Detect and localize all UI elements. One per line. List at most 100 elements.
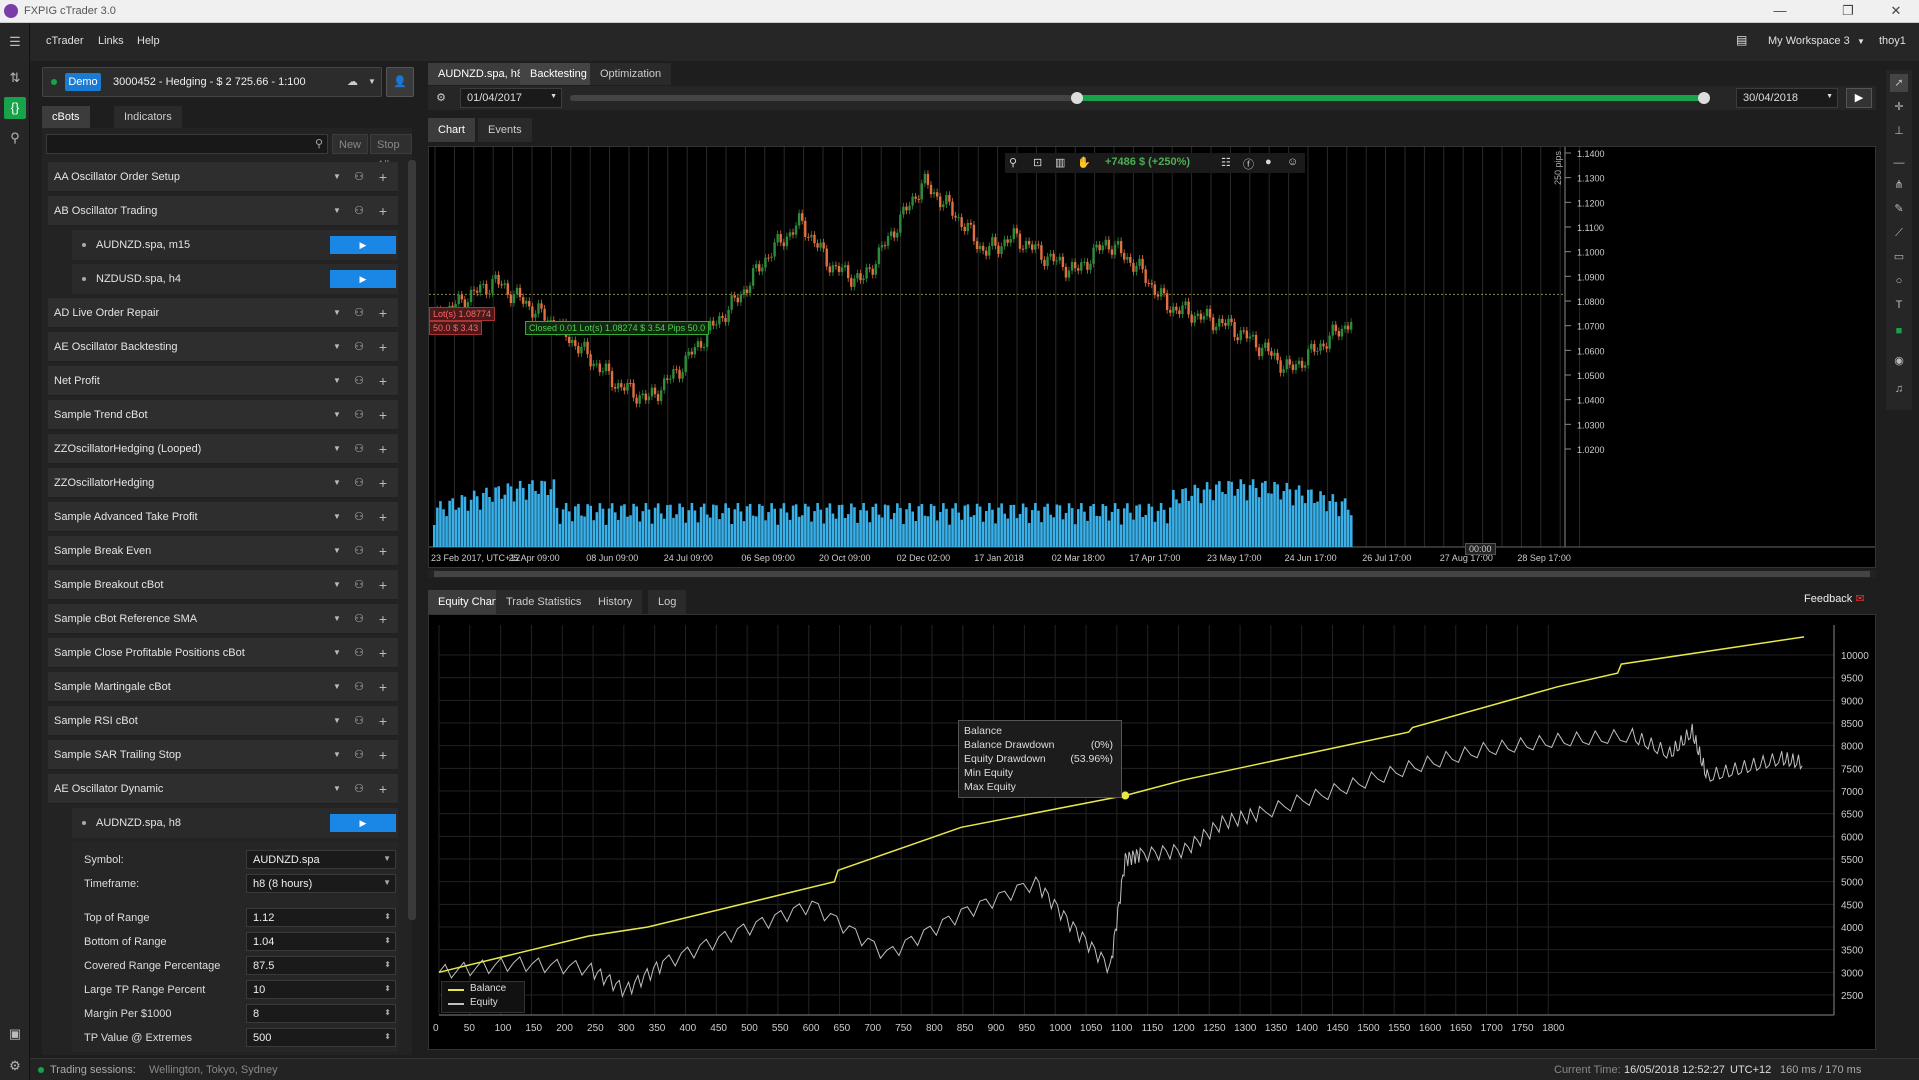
instances-icon[interactable]: ⚇ bbox=[350, 576, 368, 594]
minimize-button[interactable]: — bbox=[1760, 2, 1800, 20]
add-instance-icon[interactable]: + bbox=[374, 780, 392, 798]
color-icon[interactable]: ■ bbox=[1890, 322, 1908, 340]
automate-icon[interactable]: {} bbox=[4, 97, 26, 119]
text-icon[interactable]: T bbox=[1890, 296, 1908, 314]
cbot-row[interactable]: Sample SAR Trailing Stop ▼ ⚇ + bbox=[48, 740, 398, 770]
add-instance-icon[interactable]: + bbox=[374, 610, 392, 628]
instances-icon[interactable]: ⚇ bbox=[350, 338, 368, 356]
tab-trade-statistics[interactable]: Trade Statistics bbox=[496, 590, 592, 614]
cbot-row[interactable]: ZZOscillatorHedging (Looped) ▼ ⚇ + bbox=[48, 434, 398, 464]
instances-icon[interactable]: ⚇ bbox=[350, 746, 368, 764]
cbot-instance-row[interactable]: AUDNZD.spa, m15 ▶ bbox=[72, 230, 398, 260]
cbots-scrollbar[interactable] bbox=[408, 160, 416, 920]
trend-icon[interactable]: ⟋ bbox=[1890, 224, 1908, 242]
tab-events[interactable]: Events bbox=[478, 118, 532, 142]
instances-icon[interactable]: ⚇ bbox=[350, 474, 368, 492]
add-instance-icon[interactable]: + bbox=[374, 304, 392, 322]
people-icon[interactable]: ☺ bbox=[1287, 156, 1298, 168]
cbot-row[interactable]: Sample cBot Reference SMA ▼ ⚇ + bbox=[48, 604, 398, 634]
fib-icon[interactable]: ⊥ bbox=[1890, 122, 1908, 140]
stepper-icon[interactable]: ⬍ bbox=[384, 984, 391, 993]
bell-icon[interactable]: ♫ bbox=[1890, 380, 1908, 398]
chevron-down-icon[interactable]: ▼ bbox=[328, 474, 346, 492]
rect-icon[interactable]: ▭ bbox=[1890, 248, 1908, 266]
chevron-down-icon[interactable]: ▼ bbox=[328, 576, 346, 594]
parameter-input[interactable]: h8 (8 hours) ▼ bbox=[246, 874, 396, 893]
instances-icon[interactable]: ⚇ bbox=[350, 406, 368, 424]
cursor-icon[interactable]: ➚ bbox=[1890, 74, 1908, 92]
briefcase-icon[interactable]: ▣ bbox=[4, 1023, 26, 1045]
instances-icon[interactable]: ⚇ bbox=[350, 372, 368, 390]
cbot-row[interactable]: AE Oscillator Backtesting ▼ ⚇ + bbox=[48, 332, 398, 362]
stepper-icon[interactable]: ⬍ bbox=[384, 936, 391, 945]
stepper-icon[interactable]: ⬍ bbox=[384, 1032, 391, 1041]
parameter-input[interactable]: 87.5 ⬍ bbox=[246, 956, 396, 975]
scroll-thumb[interactable] bbox=[434, 571, 1870, 577]
instances-icon[interactable]: ⚇ bbox=[350, 440, 368, 458]
cbot-row[interactable]: Sample Close Profitable Positions cBot ▼ ⚇… bbox=[48, 638, 398, 668]
chart-hscrollbar[interactable] bbox=[428, 570, 1876, 578]
from-date-field[interactable]: 01/04/2017 ▼ bbox=[460, 88, 562, 108]
cbot-search-input[interactable]: ⚲ bbox=[46, 134, 328, 154]
add-instance-icon[interactable]: + bbox=[374, 168, 392, 186]
add-instance-icon[interactable]: + bbox=[374, 474, 392, 492]
maximize-button[interactable]: ❐ bbox=[1828, 2, 1868, 20]
workspace-selector[interactable]: My Workspace 3 bbox=[1768, 35, 1850, 47]
tab-log[interactable]: Log bbox=[648, 590, 687, 614]
add-instance-icon[interactable]: + bbox=[374, 576, 392, 594]
add-instance-icon[interactable]: + bbox=[374, 644, 392, 662]
chevron-down-icon[interactable]: ▼ bbox=[328, 406, 346, 424]
chevron-down-icon[interactable]: ▼ bbox=[328, 746, 346, 764]
equity-chart[interactable]: 0 50 100 150 200 250 300 350 400 450 500 550 600 650 7… bbox=[428, 614, 1876, 1050]
instances-icon[interactable]: ⚇ bbox=[350, 202, 368, 220]
add-instance-icon[interactable]: + bbox=[374, 338, 392, 356]
camera-icon[interactable]: ◉ bbox=[1890, 352, 1908, 370]
chevron-down-icon[interactable]: ▼ bbox=[328, 372, 346, 390]
tab-chart[interactable]: Chart bbox=[428, 118, 475, 142]
chevron-down-icon[interactable]: ▼ bbox=[328, 202, 346, 220]
zoom-icon[interactable]: ⚲ bbox=[1009, 156, 1017, 169]
account-selector[interactable]: Demo 3000452 - Hedging - $ 2 725.66 - 1:… bbox=[42, 67, 382, 97]
analyze-icon[interactable]: ⚲ bbox=[4, 127, 26, 149]
run-instance-button[interactable]: ▶ bbox=[330, 814, 396, 832]
chevron-down-icon[interactable]: ▼ bbox=[383, 878, 391, 887]
stepper-icon[interactable]: ⬍ bbox=[384, 960, 391, 969]
cbot-row[interactable]: Net Profit ▼ ⚇ + bbox=[48, 366, 398, 396]
menu-help[interactable]: Help bbox=[137, 35, 160, 47]
layout-icon[interactable]: ▤ bbox=[1736, 33, 1747, 47]
instances-icon[interactable]: ⚇ bbox=[350, 610, 368, 628]
tab-optimization[interactable]: Optimization bbox=[590, 63, 672, 85]
chevron-down-icon[interactable]: ▼ bbox=[328, 712, 346, 730]
cbot-row[interactable]: AD Live Order Repair ▼ ⚇ + bbox=[48, 298, 398, 328]
add-instance-icon[interactable]: + bbox=[374, 202, 392, 220]
parameter-input[interactable]: 1.04 ⬍ bbox=[246, 932, 396, 951]
play-button[interactable]: ▶ bbox=[1846, 88, 1872, 108]
add-instance-icon[interactable]: + bbox=[374, 508, 392, 526]
parameter-input[interactable]: 1.12 ⬍ bbox=[246, 908, 396, 927]
hline-icon[interactable]: — bbox=[1890, 154, 1908, 172]
chevron-down-icon[interactable]: ▼ bbox=[328, 440, 346, 458]
list-icon[interactable]: ☷ bbox=[1221, 156, 1231, 169]
tab-cbots[interactable]: cBots bbox=[42, 106, 90, 128]
menu-ctrader[interactable]: cTrader bbox=[46, 35, 84, 47]
run-instance-button[interactable]: ▶ bbox=[330, 270, 396, 288]
add-instance-icon[interactable]: + bbox=[374, 372, 392, 390]
cbot-row[interactable]: Sample Martingale cBot ▼ ⚇ + bbox=[48, 672, 398, 702]
cbot-instance-row[interactable]: NZDUSD.spa, h4 ▶ bbox=[72, 264, 398, 294]
instances-icon[interactable]: ⚇ bbox=[350, 678, 368, 696]
price-chart[interactable]: 1.1400 1.1300 1.1200 1.1100 1.1000 1.0900 1.08… bbox=[428, 146, 1876, 568]
cbot-row[interactable]: AA Oscillator Order Setup ▼ ⚇ + bbox=[48, 162, 398, 192]
to-date-field[interactable]: 30/04/2018 ▼ bbox=[1736, 88, 1838, 108]
cbot-row[interactable]: AB Oscillator Trading ▼ ⚇ + bbox=[48, 196, 398, 226]
user-name[interactable]: thoy1 bbox=[1879, 35, 1906, 47]
cbot-instance-row[interactable]: AUDNZD.spa, h8 ▶ bbox=[72, 808, 398, 838]
cbot-row[interactable]: ZZOscillatorHedging ▼ ⚇ + bbox=[48, 468, 398, 498]
stepper-icon[interactable]: ⬍ bbox=[384, 1008, 391, 1017]
add-instance-icon[interactable]: + bbox=[374, 542, 392, 560]
cbot-row[interactable]: Sample Trend cBot ▼ ⚇ + bbox=[48, 400, 398, 430]
zoom-area-icon[interactable]: ⊡ bbox=[1033, 156, 1042, 169]
circle-icon[interactable]: ○ bbox=[1890, 272, 1908, 290]
chevron-down-icon[interactable]: ▼ bbox=[328, 304, 346, 322]
hamburger-menu-icon[interactable]: ☰ bbox=[4, 31, 26, 53]
chevron-down-icon[interactable]: ▼ bbox=[328, 542, 346, 560]
